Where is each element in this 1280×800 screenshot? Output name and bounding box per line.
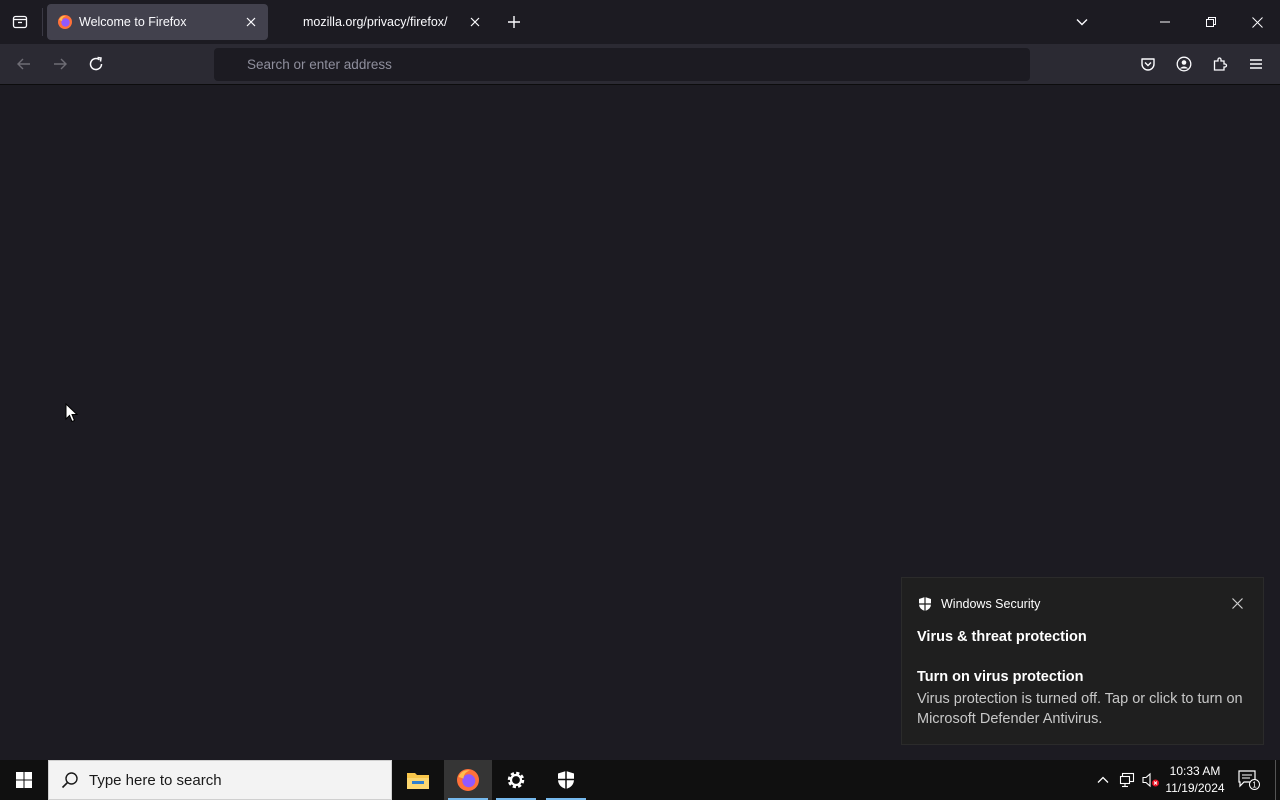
system-clock[interactable]: 10:33 AM 11/19/2024 bbox=[1162, 763, 1228, 797]
shield-icon bbox=[919, 597, 931, 611]
notification-header: Windows Security bbox=[917, 596, 1040, 612]
restore-button[interactable] bbox=[1188, 0, 1234, 44]
gear-icon bbox=[507, 771, 525, 789]
show-desktop-button[interactable] bbox=[1275, 760, 1280, 800]
app-menu-button[interactable] bbox=[1240, 48, 1272, 80]
firefox-logo-icon bbox=[58, 15, 72, 29]
action-center-button[interactable]: 1 bbox=[1234, 766, 1264, 794]
start-button[interactable] bbox=[0, 760, 48, 800]
firefox-view-icon bbox=[12, 15, 28, 29]
dismiss-notification-button[interactable] bbox=[1228, 594, 1246, 612]
plus-icon bbox=[508, 16, 520, 28]
pocket-button[interactable] bbox=[1132, 48, 1164, 80]
taskbar-search-input[interactable] bbox=[89, 771, 369, 789]
tab-title: mozilla.org/privacy/firefox/ bbox=[303, 15, 448, 29]
close-tab-button[interactable] bbox=[239, 10, 263, 34]
forward-button[interactable] bbox=[44, 48, 76, 80]
folder-icon bbox=[407, 773, 429, 789]
reload-icon bbox=[89, 56, 103, 71]
firefox-view-button[interactable] bbox=[4, 6, 36, 38]
tab-separator bbox=[42, 8, 43, 36]
arrow-left-icon bbox=[17, 58, 30, 70]
show-hidden-icons-button[interactable] bbox=[1091, 768, 1115, 792]
close-icon bbox=[470, 17, 480, 27]
volume-tray-button[interactable] bbox=[1139, 768, 1163, 792]
windows-logo-icon bbox=[16, 772, 32, 788]
notification-count-badge: 1 bbox=[1252, 781, 1257, 790]
restore-icon bbox=[1206, 17, 1216, 27]
clock-time: 10:33 AM bbox=[1169, 764, 1221, 778]
network-tray-button[interactable] bbox=[1115, 768, 1139, 792]
address-bar[interactable] bbox=[214, 48, 1030, 81]
taskbar: 10:33 AM 11/19/2024 1 bbox=[0, 760, 1280, 800]
puzzle-piece-icon bbox=[1213, 57, 1228, 71]
taskbar-search-box[interactable] bbox=[48, 760, 392, 800]
clock-date: 11/19/2024 bbox=[1165, 781, 1225, 795]
notification-icon: 1 bbox=[1238, 770, 1260, 790]
pocket-icon bbox=[1141, 58, 1155, 71]
settings-taskbar-button[interactable] bbox=[492, 760, 540, 800]
notification-title: Virus & threat protection bbox=[917, 629, 1087, 645]
close-tab-button[interactable] bbox=[463, 10, 487, 34]
close-icon bbox=[1231, 597, 1243, 609]
navigation-toolbar bbox=[0, 44, 1280, 85]
window-close-button[interactable] bbox=[1234, 0, 1280, 44]
search-icon bbox=[61, 772, 78, 789]
tab-title: Welcome to Firefox bbox=[79, 15, 187, 29]
tab-welcome-to-firefox[interactable]: Welcome to Firefox bbox=[47, 4, 268, 40]
tab-strip: Welcome to Firefox mozilla.org/privacy/f… bbox=[0, 0, 1280, 44]
network-icon bbox=[1119, 772, 1135, 788]
mouse-cursor-icon bbox=[65, 403, 79, 423]
chevron-up-icon bbox=[1097, 776, 1109, 783]
firefox-taskbar-button[interactable] bbox=[444, 760, 492, 800]
firefox-logo-icon bbox=[457, 769, 479, 791]
hamburger-menu-icon bbox=[1250, 59, 1262, 69]
notification-app-name: Windows Security bbox=[941, 597, 1041, 611]
chevron-down-icon bbox=[1076, 19, 1088, 26]
back-button[interactable] bbox=[8, 48, 40, 80]
arrow-right-icon bbox=[54, 58, 67, 70]
close-icon bbox=[246, 17, 256, 27]
notification-body: Virus protection is turned off. Tap or c… bbox=[917, 691, 1243, 727]
windows-security-taskbar-button[interactable] bbox=[542, 760, 590, 800]
notification-subtitle: Turn on virus protection bbox=[917, 669, 1084, 685]
minimize-icon bbox=[1160, 21, 1170, 23]
volume-muted-icon bbox=[1142, 772, 1159, 788]
reload-button[interactable] bbox=[80, 48, 112, 80]
windows-security-notification[interactable]: Windows Security Virus & threat protecti… bbox=[901, 577, 1264, 745]
shield-icon bbox=[558, 771, 574, 789]
tab-mozilla-privacy[interactable]: mozilla.org/privacy/firefox/ bbox=[276, 4, 492, 40]
address-input[interactable] bbox=[247, 57, 1007, 72]
minimize-button[interactable] bbox=[1142, 0, 1188, 44]
account-button[interactable] bbox=[1168, 48, 1200, 80]
file-explorer-taskbar-button[interactable] bbox=[394, 760, 442, 800]
account-icon bbox=[1176, 56, 1192, 72]
new-tab-button[interactable] bbox=[500, 8, 528, 36]
list-all-tabs-button[interactable] bbox=[1068, 8, 1096, 36]
close-icon bbox=[1251, 16, 1263, 28]
extensions-button[interactable] bbox=[1204, 48, 1236, 80]
